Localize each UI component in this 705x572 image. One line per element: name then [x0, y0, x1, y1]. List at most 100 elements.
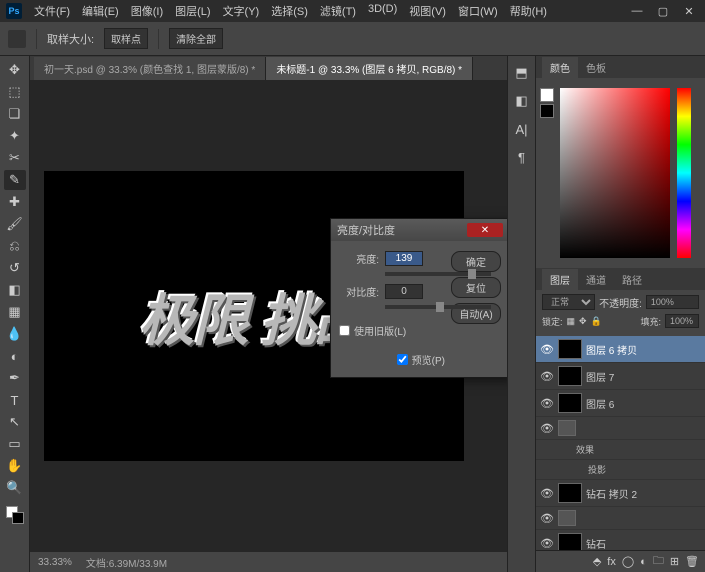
adjust-icon[interactable]: ◐	[640, 556, 647, 568]
visibility-icon[interactable]: 👁	[540, 397, 554, 410]
layer-row[interactable]: 👁钻石 拷贝 2	[536, 480, 705, 507]
channels-tab[interactable]: 通道	[578, 269, 614, 290]
heal-tool[interactable]: ✚	[4, 192, 26, 212]
path-tool[interactable]: ↖	[4, 412, 26, 432]
menu-filter[interactable]: 滤镜(T)	[316, 1, 360, 21]
minimize-button[interactable]: —	[627, 4, 647, 18]
doc-info: 文档:6.39M/33.9M	[86, 555, 167, 570]
menu-edit[interactable]: 编辑(E)	[78, 1, 123, 21]
brush-tool[interactable]: 🖌	[4, 214, 26, 234]
blend-mode-select[interactable]: 正常	[542, 294, 595, 310]
swatches-tab[interactable]: 色板	[578, 57, 614, 78]
marquee-tool[interactable]: ⬚	[4, 82, 26, 102]
close-button[interactable]: ✕	[679, 4, 699, 18]
mask-icon[interactable]: ◯	[622, 555, 634, 568]
eyedropper-tool[interactable]: ✎	[4, 170, 26, 190]
paths-tab[interactable]: 路径	[614, 269, 650, 290]
menu-window[interactable]: 窗口(W)	[454, 1, 502, 21]
menu-select[interactable]: 选择(S)	[267, 1, 312, 21]
color-field[interactable]	[560, 88, 670, 258]
sample-size-value[interactable]: 取样点	[104, 28, 148, 49]
canvas-area[interactable]: 极限 挑战 亮度/对比度 ✕ 亮度: 对比度:	[30, 80, 507, 552]
shape-tool[interactable]: ▭	[4, 434, 26, 454]
history-brush-tool[interactable]: ↺	[4, 258, 26, 278]
layer-row[interactable]: 👁图层 6	[536, 390, 705, 417]
dodge-tool[interactable]: ◐	[4, 346, 26, 366]
fg-swatch[interactable]	[540, 88, 554, 102]
brightness-slider[interactable]	[385, 272, 491, 276]
doc-tab-0[interactable]: 初一天.psd @ 33.3% (颜色查找 1, 图层蒙版/8) *	[34, 57, 266, 80]
gradient-tool[interactable]: ▦	[4, 302, 26, 322]
new-layer-icon[interactable]: ⊞	[670, 555, 679, 568]
blur-tool[interactable]: 💧	[4, 324, 26, 344]
paragraph-icon[interactable]: ¶	[513, 148, 531, 166]
layers-tab[interactable]: 图层	[542, 269, 578, 290]
brightness-input[interactable]	[385, 251, 423, 266]
character-icon[interactable]: A|	[513, 120, 531, 138]
opacity-input[interactable]: 100%	[646, 295, 699, 309]
hand-tool[interactable]: ✋	[4, 456, 26, 476]
lasso-tool[interactable]: ❏	[4, 104, 26, 124]
contrast-input[interactable]	[385, 284, 423, 299]
layer-row[interactable]: 👁钻石	[536, 530, 705, 550]
fx-row[interactable]: 投影	[536, 460, 705, 480]
fx-icon[interactable]: fx	[607, 556, 616, 568]
eraser-tool[interactable]: ◧	[4, 280, 26, 300]
link-layers-icon[interactable]: ⬘	[593, 555, 601, 568]
menu-view[interactable]: 视图(V)	[405, 1, 450, 21]
menu-help[interactable]: 帮助(H)	[506, 1, 551, 21]
zoom-value[interactable]: 33.33%	[38, 557, 72, 568]
lock-label: 锁定:	[542, 315, 563, 328]
pen-tool[interactable]: ✒	[4, 368, 26, 388]
layer-row[interactable]: 👁	[536, 417, 705, 440]
current-tool-icon	[8, 30, 26, 48]
menu-type[interactable]: 文字(Y)	[219, 1, 264, 21]
stamp-tool[interactable]: ⎌	[4, 236, 26, 256]
visibility-icon[interactable]: 👁	[540, 487, 554, 500]
fx-row[interactable]: 效果	[536, 440, 705, 460]
menu-image[interactable]: 图像(I)	[127, 1, 167, 21]
legacy-checkbox[interactable]	[339, 325, 350, 336]
cancel-button[interactable]: 复位	[451, 277, 501, 298]
lock-position-icon[interactable]: ✥	[579, 316, 587, 327]
visibility-icon[interactable]: 👁	[540, 512, 554, 525]
lock-pixels-icon[interactable]: ▦	[567, 316, 576, 327]
menu-layer[interactable]: 图层(L)	[171, 1, 214, 21]
zoom-tool[interactable]: 🔍	[4, 478, 26, 498]
dialog-close-button[interactable]: ✕	[467, 223, 503, 237]
trash-icon[interactable]: 🗑	[685, 555, 699, 568]
wand-tool[interactable]: ✦	[4, 126, 26, 146]
hue-slider[interactable]	[677, 88, 691, 258]
ok-button[interactable]: 确定	[451, 251, 501, 272]
lock-all-icon[interactable]: 🔒	[591, 316, 602, 327]
visibility-icon[interactable]: 👁	[540, 370, 554, 383]
dialog-title: 亮度/对比度	[337, 222, 395, 238]
menu-file[interactable]: 文件(F)	[30, 1, 74, 21]
layer-thumb	[558, 533, 582, 550]
group-icon[interactable]: 🗀	[653, 552, 664, 571]
crop-tool[interactable]: ✂	[4, 148, 26, 168]
clear-button[interactable]: 清除全部	[169, 28, 223, 49]
color-tab[interactable]: 颜色	[542, 57, 578, 78]
layer-row[interactable]: 👁图层 6 拷贝	[536, 336, 705, 363]
fill-input[interactable]: 100%	[665, 314, 699, 328]
color-swatch[interactable]	[6, 506, 24, 524]
layers-list: 👁图层 6 拷贝 👁图层 7 👁图层 6 👁 效果 投影 👁钻石 拷贝 2 👁 …	[536, 336, 705, 550]
history-icon[interactable]: ⬒	[513, 64, 531, 82]
layer-row[interactable]: 👁	[536, 507, 705, 530]
layer-row[interactable]: 👁图层 7	[536, 363, 705, 390]
maximize-button[interactable]: ▢	[653, 4, 673, 18]
sample-size-label: 取样大小:	[47, 31, 94, 47]
visibility-icon[interactable]: 👁	[540, 537, 554, 550]
visibility-icon[interactable]: 👁	[540, 343, 554, 356]
visibility-icon[interactable]: 👁	[540, 422, 554, 435]
properties-icon[interactable]: ◧	[513, 92, 531, 110]
menu-3d[interactable]: 3D(D)	[364, 1, 401, 21]
doc-tab-1[interactable]: 未标题-1 @ 33.3% (图层 6 拷贝, RGB/8) *	[266, 57, 473, 80]
preview-label: 预览(P)	[412, 352, 445, 367]
bg-swatch[interactable]	[540, 104, 554, 118]
contrast-slider[interactable]	[385, 305, 491, 309]
move-tool[interactable]: ✥	[4, 60, 26, 80]
text-tool[interactable]: T	[4, 390, 26, 410]
preview-checkbox[interactable]	[397, 354, 408, 365]
